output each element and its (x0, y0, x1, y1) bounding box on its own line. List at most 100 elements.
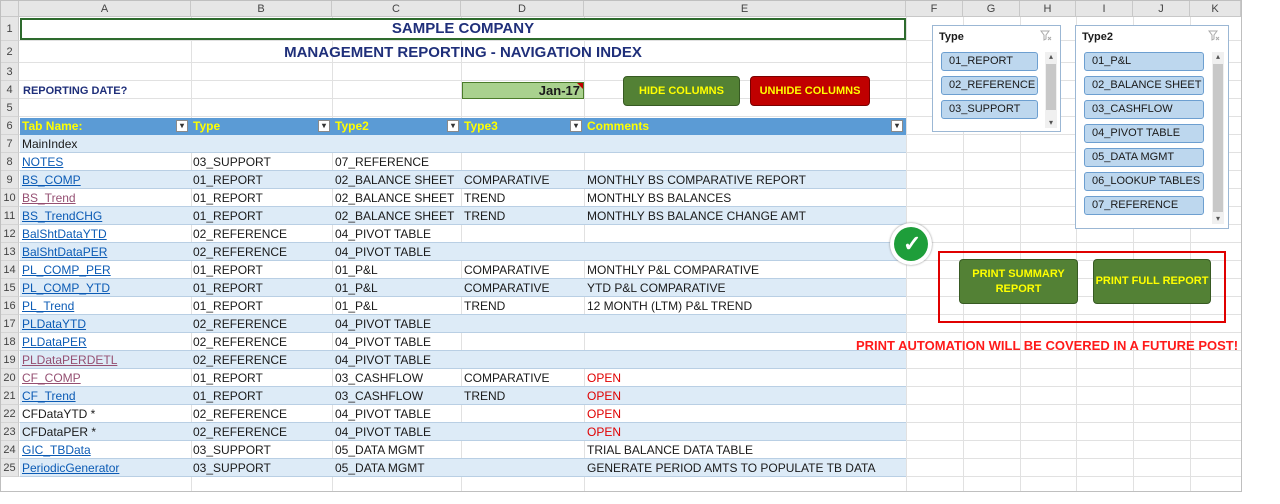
tab-name-link[interactable]: PLDataYTD (20, 315, 191, 333)
header-label: Comments (587, 119, 650, 133)
row-header-20[interactable]: 20 (1, 369, 19, 387)
row-header-25[interactable]: 25 (1, 459, 19, 477)
clear-filter-icon[interactable] (1208, 30, 1220, 42)
cell-type: 01_REPORT (193, 371, 263, 385)
row-header-3[interactable]: 3 (1, 63, 19, 81)
slicer-scrollbar[interactable]: ▴ ▾ (1212, 52, 1224, 224)
row-header-2[interactable]: 2 (1, 41, 19, 63)
cell-comment: OPEN (587, 371, 622, 385)
scroll-thumb[interactable] (1046, 64, 1056, 110)
row-header-22[interactable]: 22 (1, 405, 19, 423)
filter-dropdown-icon[interactable]: ▾ (447, 120, 459, 132)
tab-name-link[interactable]: PL_Trend (20, 297, 191, 315)
tab-name-link[interactable]: GIC_TBData (20, 441, 191, 459)
scroll-thumb[interactable] (1213, 64, 1223, 212)
row-header-15[interactable]: 15 (1, 279, 19, 297)
row-header-6[interactable]: 6 (1, 117, 19, 135)
cell-type3 (462, 333, 585, 351)
filter-dropdown-icon[interactable]: ▾ (176, 120, 188, 132)
filter-dropdown-icon[interactable]: ▾ (891, 120, 903, 132)
slicer-item[interactable]: 02_REFERENCE (941, 76, 1038, 95)
slicer-item[interactable]: 04_PIVOT TABLE (1084, 124, 1204, 143)
column-header-f[interactable]: F (906, 1, 963, 17)
column-header-h[interactable]: H (1020, 1, 1076, 17)
tab-name-link[interactable]: BalShtDataYTD (20, 225, 191, 243)
column-header-b[interactable]: B (191, 1, 332, 17)
slicer-scrollbar[interactable]: ▴ ▾ (1045, 52, 1057, 128)
row-header-19[interactable]: 19 (1, 351, 19, 369)
unhide-columns-button[interactable]: UNHIDE COLUMNS (750, 76, 870, 106)
tab-name-link[interactable]: PL_COMP_PER (20, 261, 191, 279)
cell-type: 02_REFERENCE (193, 353, 288, 367)
scroll-down-icon[interactable]: ▾ (1045, 118, 1057, 128)
filter-dropdown-icon[interactable]: ▾ (318, 120, 330, 132)
column-header-e[interactable]: E (584, 1, 906, 17)
slicer-item[interactable]: 05_DATA MGMT (1084, 148, 1204, 167)
slicer-item[interactable]: 01_REPORT (941, 52, 1038, 71)
tab-name-link[interactable]: NOTES (20, 153, 191, 171)
cell-type2: 04_PIVOT TABLE (335, 245, 432, 259)
row-header-12[interactable]: 12 (1, 225, 19, 243)
row-header-24[interactable]: 24 (1, 441, 19, 459)
cell-type2: 05_DATA MGMT (335, 461, 425, 475)
slicer-item[interactable]: 06_LOOKUP TABLES (1084, 172, 1204, 191)
row-header-14[interactable]: 14 (1, 261, 19, 279)
slicer-item[interactable]: 07_REFERENCE (1084, 196, 1204, 215)
tab-name-link[interactable]: PeriodicGenerator (20, 459, 191, 477)
tab-name-link[interactable]: BS_COMP (20, 171, 191, 189)
column-header-c[interactable]: C (332, 1, 461, 17)
select-all-corner[interactable] (1, 1, 19, 17)
table-row: PeriodicGenerator 03_SUPPORT 05_DATA MGMT G… (20, 459, 906, 477)
table-row: CF_Trend 01_REPORT 03_CASHFLOW TREND OPEN (20, 387, 906, 405)
table-row: BS_COMP 01_REPORT 02_BALANCE SHEET COMPARAT… (20, 171, 906, 189)
row-header-7[interactable]: 7 (1, 135, 19, 153)
column-header-a[interactable]: A (19, 1, 191, 17)
clear-filter-icon[interactable] (1040, 30, 1052, 42)
cell-type: 02_REFERENCE (193, 245, 288, 259)
slicer-item[interactable]: 02_BALANCE SHEET (1084, 76, 1204, 95)
table-row: CFDataPER * 02_REFERENCE 04_PIVOT TABLE OPE… (20, 423, 906, 441)
row-header-8[interactable]: 8 (1, 153, 19, 171)
tab-name-link[interactable]: CF_COMP (20, 369, 191, 387)
print-full-report-button[interactable]: PRINT FULL REPORT (1093, 259, 1211, 304)
row-header-1[interactable]: 1 (1, 17, 19, 41)
column-header-g[interactable]: G (963, 1, 1020, 17)
cell-type3: COMPARATIVE (464, 173, 550, 187)
hide-columns-button[interactable]: HIDE COLUMNS (623, 76, 740, 106)
filter-dropdown-icon[interactable]: ▾ (570, 120, 582, 132)
row-header-11[interactable]: 11 (1, 207, 19, 225)
tab-name-link: MainIndex (22, 137, 78, 151)
row-header-21[interactable]: 21 (1, 387, 19, 405)
tab-name-link[interactable]: PLDataPER (20, 333, 191, 351)
tab-name-link[interactable]: CF_Trend (20, 387, 191, 405)
scroll-down-icon[interactable]: ▾ (1212, 214, 1224, 224)
print-summary-report-button[interactable]: PRINT SUMMARY REPORT (959, 259, 1078, 304)
header-type: Type ▾ (191, 118, 333, 135)
tab-name-link[interactable]: BS_TrendCHG (20, 207, 191, 225)
tab-name-link[interactable]: PL_COMP_YTD (20, 279, 191, 297)
cell-type2: 04_PIVOT TABLE (335, 335, 432, 349)
reporting-date-cell[interactable]: Jan-17 (462, 82, 584, 99)
row-header-23[interactable]: 23 (1, 423, 19, 441)
tab-name-link[interactable]: BS_Trend (20, 189, 191, 207)
row-header-16[interactable]: 16 (1, 297, 19, 315)
row-header-10[interactable]: 10 (1, 189, 19, 207)
check-ring: ✓ (894, 227, 928, 261)
scroll-up-icon[interactable]: ▴ (1212, 52, 1224, 62)
row-header-18[interactable]: 18 (1, 333, 19, 351)
scroll-up-icon[interactable]: ▴ (1045, 52, 1057, 62)
row-header-13[interactable]: 13 (1, 243, 19, 261)
column-header-d[interactable]: D (461, 1, 584, 17)
row-header-4[interactable]: 4 (1, 81, 19, 99)
tab-name-link[interactable]: BalShtDataPER (20, 243, 191, 261)
row-header-9[interactable]: 9 (1, 171, 19, 189)
row-header-5[interactable]: 5 (1, 99, 19, 117)
column-header-i[interactable]: I (1076, 1, 1133, 17)
row-header-17[interactable]: 17 (1, 315, 19, 333)
slicer-item[interactable]: 01_P&L (1084, 52, 1204, 71)
column-header-k[interactable]: K (1190, 1, 1241, 17)
slicer-item[interactable]: 03_CASHFLOW (1084, 100, 1204, 119)
slicer-item[interactable]: 03_SUPPORT (941, 100, 1038, 119)
column-header-j[interactable]: J (1133, 1, 1190, 17)
tab-name-link[interactable]: PLDataPERDETL (20, 351, 191, 369)
